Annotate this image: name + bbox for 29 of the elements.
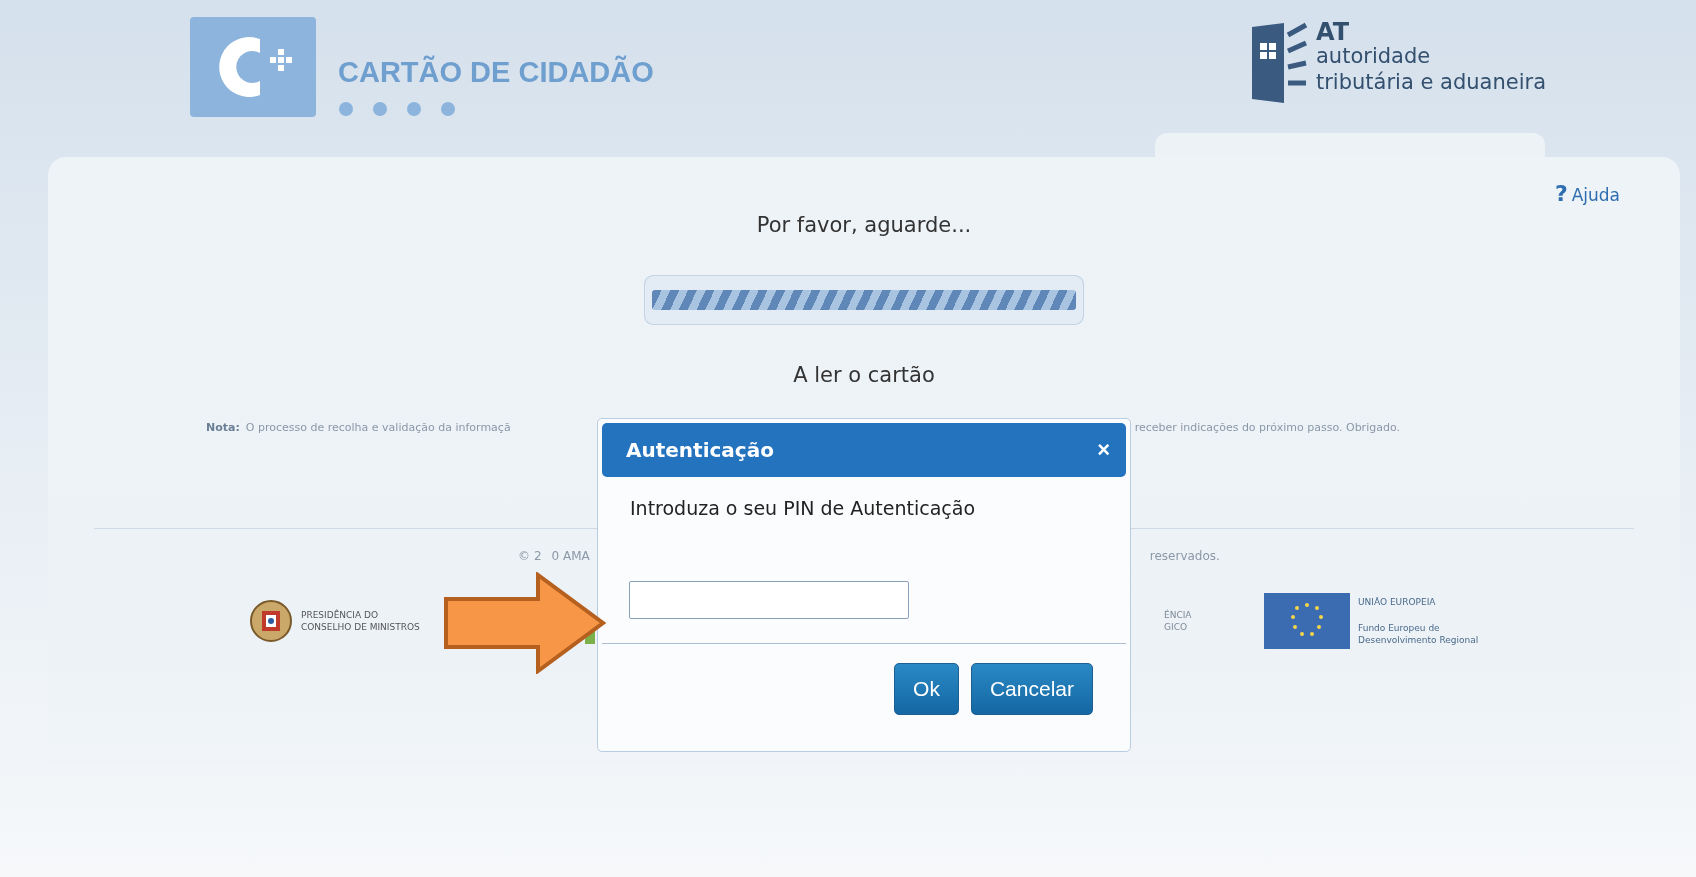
- cancel-button[interactable]: Cancelar: [970, 663, 1093, 715]
- logo-text: UNIÃO EUROPEIA: [1358, 596, 1437, 608]
- copyright-text: reservados.: [1149, 549, 1220, 563]
- note-text: O processo de recolha e validação da informaçã: [245, 421, 511, 434]
- logo-text: PRESIDÊNCIA DO: [301, 609, 380, 621]
- copyright-text: 0 AMA: [551, 549, 590, 563]
- logo-text: CONSELHO DE MINISTROS: [301, 621, 420, 633]
- logo-text: ÉNCIA: [1164, 609, 1192, 621]
- status-message: A ler o cartão: [793, 363, 935, 387]
- close-button[interactable]: ×: [1097, 437, 1110, 463]
- note-text: receber indicações do próximo passo. Obrigado.: [1134, 421, 1400, 434]
- emblem-icon: [249, 599, 293, 643]
- logo-text: AT: [1316, 21, 1351, 43]
- dialog-title: Autenticação: [626, 438, 774, 462]
- card-logo-icon: [190, 17, 316, 117]
- help-link[interactable]: ? Ajuda: [1554, 181, 1620, 206]
- logo-text: tributária e aduaneira: [1316, 69, 1546, 95]
- status-title: Por favor, aguarde...: [756, 213, 972, 237]
- pin-field[interactable]: [629, 581, 909, 619]
- flag-icon: [1264, 593, 1350, 649]
- ok-button[interactable]: Ok: [894, 663, 959, 715]
- logo-text: GICO: [1164, 621, 1188, 633]
- brand-title: CARTÃO DE CIDADÃO: [338, 57, 654, 87]
- dialog-prompt: Introduza o seu PIN de Autenticação: [630, 497, 977, 519]
- note-label: Nota:: [206, 421, 240, 434]
- logo-text: Fundo Europeu de: [1358, 622, 1441, 634]
- logo-text: autoridade: [1316, 43, 1432, 69]
- copyright-text: © 2: [518, 549, 542, 563]
- logo-text: Desenvolvimento Regional: [1358, 634, 1479, 646]
